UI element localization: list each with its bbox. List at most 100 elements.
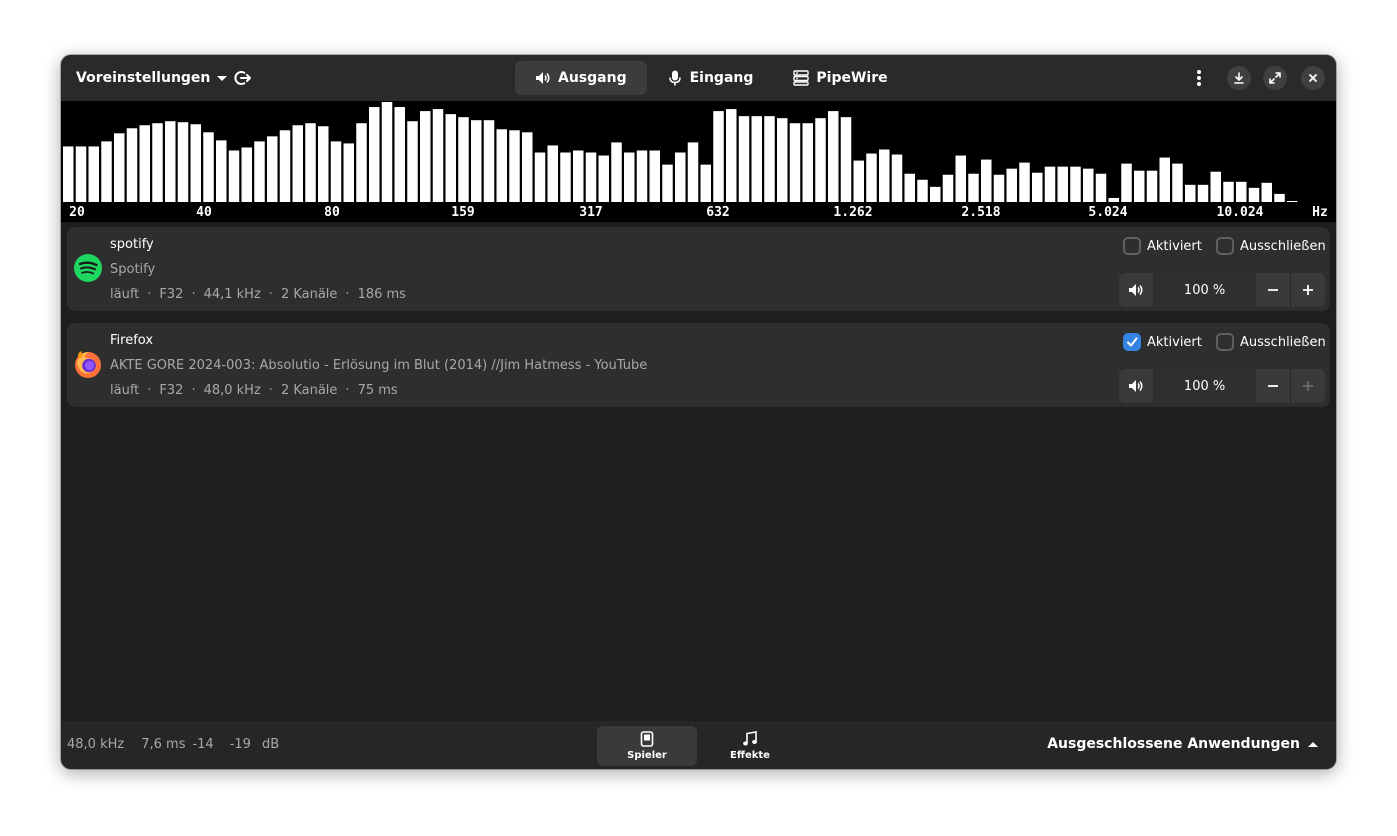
speaker-icon	[1128, 284, 1143, 296]
spectrum-bar	[254, 141, 265, 202]
exclude-checkbox[interactable]: Ausschließen	[1216, 237, 1326, 255]
easyeffects-window: Voreinstellungen Ausgang Eingang PipeWir…	[61, 55, 1336, 769]
chevron-down-icon	[217, 75, 228, 81]
stream-card-spotify: spotify Spotify läuft · F32 · 44,1 kHz · 2 …	[67, 227, 1330, 311]
bypass-button[interactable]	[233, 68, 253, 88]
spectrum-bar	[1274, 193, 1285, 202]
spectrum-bar	[1248, 187, 1260, 202]
close-icon	[1309, 74, 1317, 82]
spectrum-bar	[88, 146, 99, 202]
checkbox-box[interactable]	[1216, 333, 1234, 351]
tab-eingang[interactable]: Eingang	[647, 61, 774, 95]
download-icon	[1234, 72, 1244, 84]
spectrum-bar	[522, 132, 533, 202]
spectrum-bar	[777, 118, 788, 202]
latency: 7,6 ms	[141, 737, 186, 752]
spectrum-bar	[356, 123, 367, 202]
spectrum-bar	[1185, 184, 1196, 202]
mute-button[interactable]	[1119, 369, 1153, 403]
tab-label: PipeWire	[816, 70, 888, 86]
tab-effekte[interactable]: Effekte	[700, 726, 800, 766]
excluded-apps-button[interactable]: Ausgeschlossene Anwendungen	[1047, 736, 1318, 752]
freq-label: 10.024	[1216, 205, 1264, 220]
presets-menu-button[interactable]: Voreinstellungen	[76, 66, 228, 90]
spectrum-bar	[547, 145, 558, 202]
spectrum-bar	[802, 123, 813, 202]
spectrum-bar	[305, 123, 316, 202]
spectrum-bar	[1019, 162, 1030, 202]
app-name: Firefox	[110, 333, 154, 348]
volume-increase-button[interactable]	[1291, 369, 1325, 403]
level-unit: dB	[261, 737, 280, 752]
volume-value[interactable]: 100 %	[1152, 273, 1257, 307]
tab-label: Spieler	[627, 750, 667, 761]
freq-label: 5.024	[1088, 205, 1128, 220]
spectrum-bar	[879, 149, 890, 202]
spectrum-bar	[1095, 173, 1107, 202]
tab-ausgang[interactable]: Ausgang	[515, 61, 647, 95]
spectrum-bar	[1210, 171, 1221, 202]
spectrum-bar	[1261, 182, 1272, 202]
spectrum-bar	[394, 107, 405, 202]
freq-label: 2.518	[961, 205, 1001, 220]
checkbox-box[interactable]	[1123, 237, 1141, 255]
spectrum-bar	[165, 121, 176, 202]
spectrum-bar	[866, 153, 877, 202]
spectrum-bar	[611, 142, 622, 202]
tab-spieler[interactable]: Spieler	[597, 726, 697, 766]
stream-format: F32	[159, 287, 184, 302]
volume-control: 100 %	[1119, 369, 1325, 403]
enable-checkbox[interactable]: Aktiviert	[1123, 237, 1202, 255]
volume-decrease-button[interactable]	[1256, 369, 1290, 403]
view-switcher: Ausgang Eingang PipeWire	[515, 61, 908, 95]
mute-button[interactable]	[1119, 273, 1153, 307]
spectrum-bar	[789, 123, 801, 202]
freq-label: 1.262	[833, 205, 873, 220]
spectrum-bar	[1044, 166, 1056, 202]
volume-decrease-button[interactable]	[1256, 273, 1290, 307]
status-bar: 48,0 kHz 7,6 ms -14 -19 dB Spieler Effek…	[61, 721, 1336, 769]
volume-value[interactable]: 100 %	[1152, 369, 1257, 403]
firefox-icon	[75, 351, 101, 378]
spectrum-bar	[598, 155, 609, 202]
spectrum-bar	[675, 152, 686, 202]
spectrum-bar	[828, 111, 839, 202]
spectrum-bar	[279, 130, 291, 202]
spectrum-bar	[560, 152, 571, 202]
spectrum-bar	[738, 116, 750, 202]
microphone-icon	[668, 70, 681, 86]
exclude-checkbox[interactable]: Ausschließen	[1216, 333, 1326, 351]
minus-icon	[1268, 385, 1279, 387]
minimize-button[interactable]	[1227, 66, 1251, 90]
spectrum-bar	[101, 141, 112, 202]
header-bar: Voreinstellungen Ausgang Eingang PipeWir…	[61, 55, 1336, 101]
spectrum-bar	[573, 150, 584, 202]
close-button[interactable]	[1301, 66, 1325, 90]
main-menu-button[interactable]	[1189, 68, 1209, 88]
spectrum-bar	[624, 152, 635, 202]
spectrum-bar	[152, 123, 163, 202]
checkbox-label: Aktiviert	[1147, 334, 1202, 350]
spectrum-bar	[700, 164, 711, 202]
spectrum-bar	[203, 132, 214, 202]
tab-pipewire[interactable]: PipeWire	[773, 61, 907, 95]
bypass-icon	[234, 71, 251, 85]
maximize-button[interactable]	[1263, 66, 1287, 90]
volume-increase-button[interactable]	[1291, 273, 1325, 307]
spectrum-bar	[407, 121, 418, 202]
spectrum-bar	[496, 129, 507, 202]
spectrum-bar	[381, 102, 393, 202]
spectrum-bar	[1121, 163, 1132, 202]
stream-state: läuft	[110, 287, 140, 302]
checkbox-box[interactable]	[1123, 333, 1141, 351]
media-title: Spotify	[110, 262, 156, 277]
spectrum-bar	[1057, 166, 1068, 202]
spectrum-bar	[509, 130, 520, 202]
spectrum-bar	[981, 159, 992, 202]
stream-rate: 48,0 kHz	[203, 383, 261, 398]
presets-label: Voreinstellungen	[76, 70, 211, 86]
enable-checkbox[interactable]: Aktiviert	[1123, 333, 1202, 351]
media-title: AKTE GORE 2024-003: Absolutio - Erlösung…	[110, 358, 648, 373]
spectrum-bar	[968, 173, 979, 202]
checkbox-box[interactable]	[1216, 237, 1234, 255]
